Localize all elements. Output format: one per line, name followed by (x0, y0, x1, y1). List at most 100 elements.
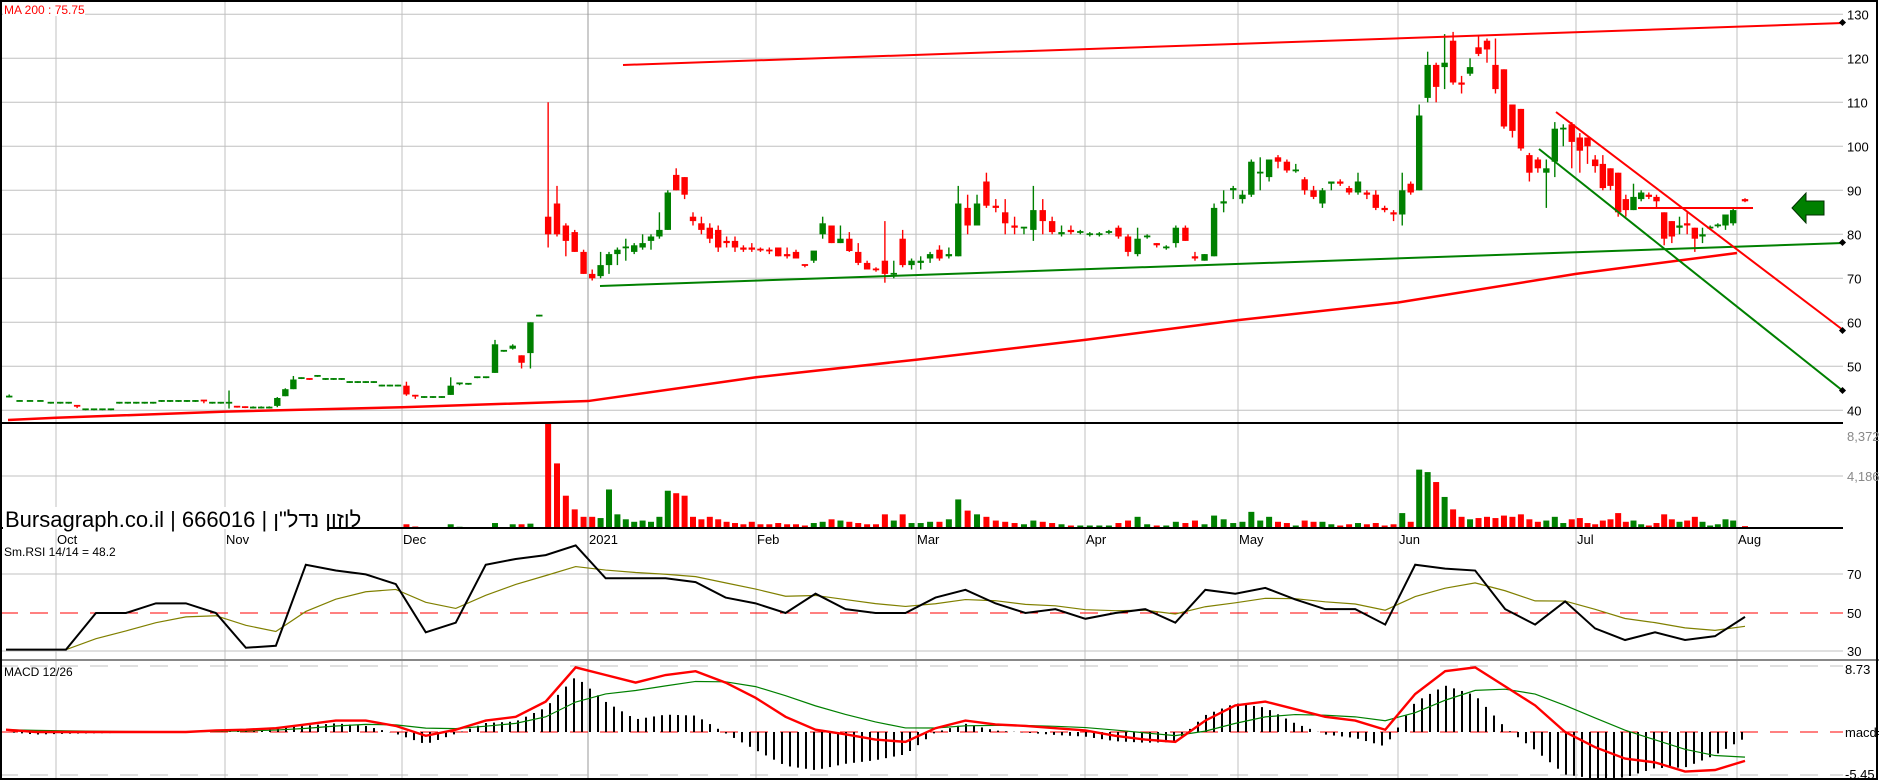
candle-body (723, 240, 730, 244)
candle-body (1534, 159, 1542, 169)
volume-bar (899, 514, 906, 528)
date-axis-label: Apr (1086, 532, 1107, 547)
candle-body (1630, 196, 1637, 211)
volume-bar (681, 495, 688, 528)
candle-body (1424, 64, 1431, 98)
volume-bar (1599, 520, 1606, 528)
candlestick (370, 381, 378, 384)
candlestick (491, 339, 499, 373)
candle-body (1210, 207, 1218, 257)
candle-body (1265, 159, 1273, 178)
candle-body (1182, 227, 1189, 241)
candlestick (346, 381, 353, 384)
candle-body (509, 345, 516, 349)
candlestick (141, 401, 148, 404)
volume-bar (1475, 518, 1482, 528)
candlestick (306, 378, 313, 380)
candle-body (863, 262, 871, 270)
volume-bar (1630, 520, 1637, 528)
candle-body (1653, 196, 1660, 202)
candle-body (322, 378, 329, 380)
candle-body (233, 405, 241, 408)
volume-bar (597, 518, 604, 528)
volume-bar (562, 495, 569, 528)
candlestick (65, 401, 72, 404)
rsi-axis-50: 50 (1847, 606, 1861, 621)
candle-body (141, 401, 148, 404)
candlestick (90, 408, 98, 411)
candle-body (689, 216, 697, 222)
candle-body (1509, 104, 1516, 131)
candle-body (1483, 40, 1491, 50)
candle-body (1607, 168, 1614, 186)
candle-body (1163, 246, 1170, 249)
candle-body (580, 251, 587, 274)
candle-body (766, 249, 773, 252)
candle-body (370, 381, 378, 383)
volume-bar (1211, 515, 1218, 528)
candle-body (899, 238, 906, 266)
candle-body (65, 401, 72, 404)
candle-body (1030, 210, 1037, 230)
candle-body (306, 378, 313, 380)
candle-body (1372, 194, 1379, 208)
candle-body (183, 400, 191, 402)
candle-body (571, 232, 578, 252)
candle-body (1599, 163, 1607, 189)
candle-body (775, 247, 782, 257)
candle-body (1475, 47, 1482, 54)
candle-body (412, 394, 419, 397)
candle-body (846, 238, 853, 252)
candle-body (801, 264, 809, 266)
candlestick (116, 401, 123, 404)
candle-body (1568, 124, 1575, 142)
volume-bar (1615, 513, 1622, 528)
candle-body (1551, 128, 1559, 162)
volume-axis-max: 8,372 (1847, 429, 1879, 444)
candle-body (1011, 225, 1018, 228)
candle-body (917, 260, 924, 263)
candle-body (1301, 179, 1308, 191)
candle-body (1191, 256, 1199, 259)
candlestick (166, 400, 174, 402)
volume-bar (614, 514, 621, 528)
candle-body (1381, 207, 1388, 211)
candle-body (438, 396, 446, 398)
candle-body (890, 272, 897, 275)
candle-body (1020, 226, 1028, 229)
candle-body (1614, 172, 1622, 213)
candle-body (429, 396, 437, 398)
volume-bar (1661, 514, 1668, 528)
volume-bar (1467, 519, 1474, 528)
candle-body (482, 376, 490, 379)
candle-body (731, 240, 739, 248)
candlestick (536, 314, 543, 317)
candle-body (362, 381, 369, 383)
candle-body (1354, 181, 1362, 193)
price-axis-label: 100 (1847, 139, 1869, 154)
date-axis-label: Jul (1577, 532, 1594, 547)
price-axis-label: 50 (1847, 359, 1861, 374)
volume-bar (974, 514, 981, 528)
candlestick (378, 384, 386, 387)
macd-axis-min: -5.45 (1845, 767, 1875, 780)
candle-body (562, 225, 570, 241)
candle-body (681, 177, 688, 195)
candlestick (1182, 225, 1189, 241)
candlestick (107, 408, 115, 411)
volume-bar (1450, 509, 1457, 528)
candle-body (26, 400, 34, 402)
candle-body (1039, 210, 1046, 222)
volume-bar (706, 516, 713, 528)
candlestick (175, 400, 182, 402)
candle-body (605, 254, 613, 266)
candle-body (1274, 157, 1282, 162)
date-axis-label: Nov (226, 532, 250, 547)
candle-body (16, 400, 23, 402)
candlestick (298, 377, 305, 380)
candle-body (647, 236, 655, 241)
candle-body (673, 174, 680, 191)
volume-bar (571, 509, 578, 528)
candle-body (589, 273, 596, 279)
volume-bar (639, 520, 646, 528)
